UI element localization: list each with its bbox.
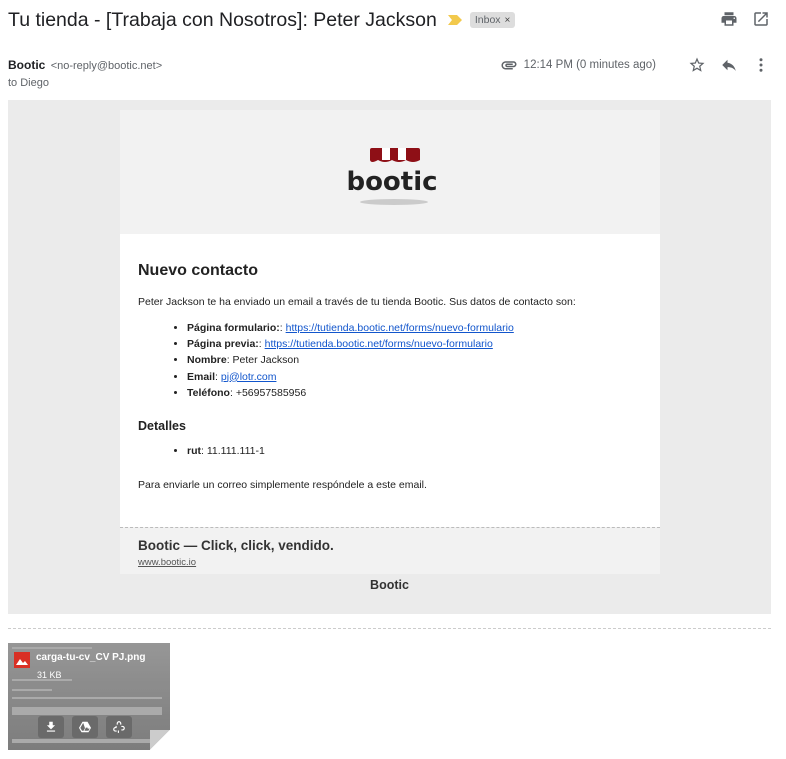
open-new-window-icon[interactable] bbox=[752, 10, 770, 28]
inbox-label-text: Inbox bbox=[474, 14, 501, 26]
save-to-drive-icon[interactable] bbox=[72, 716, 98, 738]
email-card: bootic Nuevo contacto Peter Jackson te h… bbox=[120, 110, 660, 575]
top-actions bbox=[720, 10, 770, 28]
form-page-link[interactable]: https://tutienda.bootic.net/forms/nuevo-… bbox=[286, 322, 514, 334]
details-list: rut: 11.111.111-1 bbox=[138, 443, 642, 459]
print-icon[interactable] bbox=[720, 10, 738, 28]
sender-name[interactable]: Bootic bbox=[8, 58, 45, 72]
download-icon[interactable] bbox=[38, 716, 64, 738]
attachments-divider bbox=[8, 628, 771, 629]
bootic-logo: bootic bbox=[346, 148, 438, 205]
sender-row: Bootic <no-reply@bootic.net> bbox=[8, 58, 162, 72]
add-to-photos-icon[interactable] bbox=[106, 716, 132, 738]
field-previous-page: Página previa:: https://tutienda.bootic.… bbox=[187, 336, 642, 352]
reply-icon[interactable] bbox=[720, 56, 738, 74]
importance-marker-icon[interactable] bbox=[447, 15, 462, 25]
footer-website-link[interactable]: www.bootic.io bbox=[138, 557, 642, 568]
intro-text: Peter Jackson te ha enviado un email a t… bbox=[138, 296, 576, 308]
email-subject: Tu tienda - [Trabaja con Nosotros]: Pete… bbox=[8, 8, 437, 31]
field-form-page: Página formulario:: https://tutienda.boo… bbox=[187, 320, 642, 336]
previous-page-link[interactable]: https://tutienda.bootic.net/forms/nuevo-… bbox=[265, 338, 493, 350]
image-file-icon bbox=[14, 652, 30, 668]
attachment-header: carga-tu-cv_CV PJ.png bbox=[14, 652, 145, 668]
outro-text: Para enviarle un correo simplemente resp… bbox=[138, 479, 427, 492]
subject-row: Tu tienda - [Trabaja con Nosotros]: Pete… bbox=[8, 6, 516, 34]
logo-wordmark: bootic bbox=[346, 167, 437, 197]
attachment-clip-icon bbox=[500, 56, 518, 74]
message-time: 12:14 PM (0 minutes ago) bbox=[523, 59, 656, 71]
remove-label-icon[interactable]: × bbox=[505, 15, 511, 26]
field-name: Nombre: Peter Jackson bbox=[187, 352, 642, 368]
email-content-frame: bootic Nuevo contacto Peter Jackson te h… bbox=[8, 100, 771, 614]
attachment-size: 31 KB bbox=[37, 670, 62, 680]
star-icon[interactable] bbox=[688, 56, 706, 74]
attachment-actions bbox=[38, 716, 132, 738]
outer-brand: Bootic bbox=[370, 578, 409, 592]
message-meta: 12:14 PM (0 minutes ago) bbox=[500, 56, 770, 74]
email-title: Nuevo contacto bbox=[138, 262, 259, 279]
field-email: Email: pj@lotr.com bbox=[187, 369, 642, 385]
details-heading: Detalles bbox=[138, 419, 186, 434]
field-rut: rut: 11.111.111-1 bbox=[187, 443, 642, 459]
email-header: bootic bbox=[120, 110, 660, 234]
attachment-name: carga-tu-cv_CV PJ.png bbox=[36, 652, 146, 663]
more-options-icon[interactable] bbox=[752, 56, 770, 74]
footer-tagline: Bootic — Click, click, vendido. bbox=[138, 538, 334, 554]
recipient-row[interactable]: to Diego bbox=[8, 77, 49, 89]
email-body: Nuevo contacto Peter Jackson te ha envia… bbox=[120, 234, 660, 527]
field-phone: Teléfono: +56957585956 bbox=[187, 385, 642, 401]
attachment-corner-fold bbox=[150, 730, 170, 750]
contact-email-link[interactable]: pj@lotr.com bbox=[221, 371, 277, 383]
inbox-label[interactable]: Inbox × bbox=[469, 12, 516, 28]
contact-fields: Página formulario:: https://tutienda.boo… bbox=[138, 320, 642, 401]
email-footer: Bootic — Click, click, vendido. www.boot… bbox=[120, 527, 660, 575]
sender-email: <no-reply@bootic.net> bbox=[50, 60, 163, 72]
attachment-card[interactable]: carga-tu-cv_CV PJ.png 31 KB bbox=[8, 643, 170, 750]
